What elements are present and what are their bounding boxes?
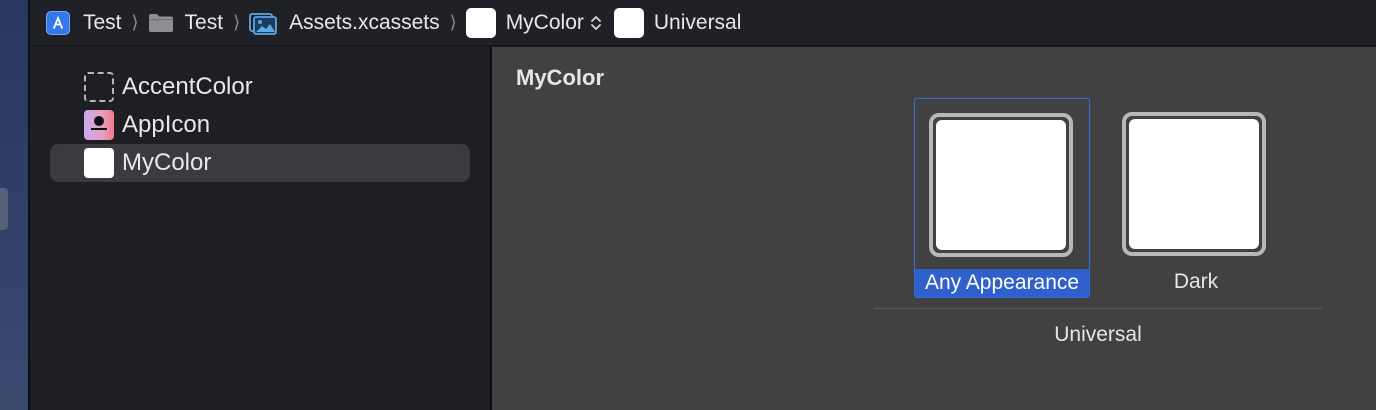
color-well[interactable]	[929, 113, 1073, 257]
breadcrumb-catalog-label: Assets.xcassets	[289, 10, 440, 34]
chevron-up-down-icon	[590, 14, 602, 32]
empty-color-icon	[84, 72, 114, 102]
color-slot-dark[interactable]: Dark	[1108, 98, 1284, 298]
chevron-right-icon: ⟩	[449, 12, 457, 32]
color-well-fill	[1129, 119, 1259, 249]
breadcrumb-project-label: Test	[83, 10, 122, 34]
chevron-right-icon: ⟩	[131, 12, 139, 32]
breadcrumb-folder[interactable]: Test	[148, 10, 224, 35]
group-label: Universal	[1054, 323, 1142, 346]
breadcrumb-catalog[interactable]: Assets.xcassets	[249, 11, 440, 35]
app-icon	[46, 10, 70, 35]
desktop-edge-handle	[0, 188, 8, 230]
list-item-label: AccentColor	[122, 73, 253, 100]
list-item-label: MyColor	[122, 149, 212, 176]
app-icon-thumbnail	[84, 110, 114, 140]
group-divider	[874, 308, 1322, 309]
chevron-right-icon: ⟩	[233, 12, 241, 32]
color-slot-label: Any Appearance	[915, 269, 1089, 297]
editor-title: MyColor	[516, 65, 604, 90]
folder-icon	[148, 13, 173, 32]
breadcrumb-folder-label: Test	[184, 10, 224, 34]
color-swatch-icon	[84, 148, 114, 178]
breadcrumb-asset[interactable]: MyColor	[465, 7, 602, 38]
color-slot-label: Dark	[1173, 270, 1219, 293]
color-swatch-icon	[613, 7, 644, 38]
color-well[interactable]	[1122, 112, 1266, 256]
color-set-editor: MyColor Any Appearance Dark Universal	[492, 47, 1376, 410]
list-item-label: AppIcon	[122, 111, 211, 138]
asset-catalog-icon	[249, 12, 277, 35]
breadcrumb-project[interactable]: Test	[46, 10, 122, 35]
breadcrumb-appearance[interactable]: Universal	[613, 7, 742, 38]
color-slot-any-appearance[interactable]: Any Appearance	[914, 98, 1090, 298]
breadcrumb-appearance-label: Universal	[653, 10, 742, 34]
list-item-appicon[interactable]: AppIcon	[50, 106, 470, 144]
list-item-mycolor[interactable]: MyColor	[50, 144, 470, 182]
color-well-fill	[936, 120, 1066, 250]
list-item-accentcolor[interactable]: AccentColor	[50, 68, 470, 106]
jump-bar: Test ⟩ Test ⟩ Assets.xcassets ⟩ MyColor …	[30, 0, 1376, 46]
color-swatch-icon	[465, 7, 496, 38]
asset-list-sidebar: AccentColor AppIcon MyColor	[30, 47, 490, 410]
breadcrumb-asset-label: MyColor	[505, 10, 584, 34]
